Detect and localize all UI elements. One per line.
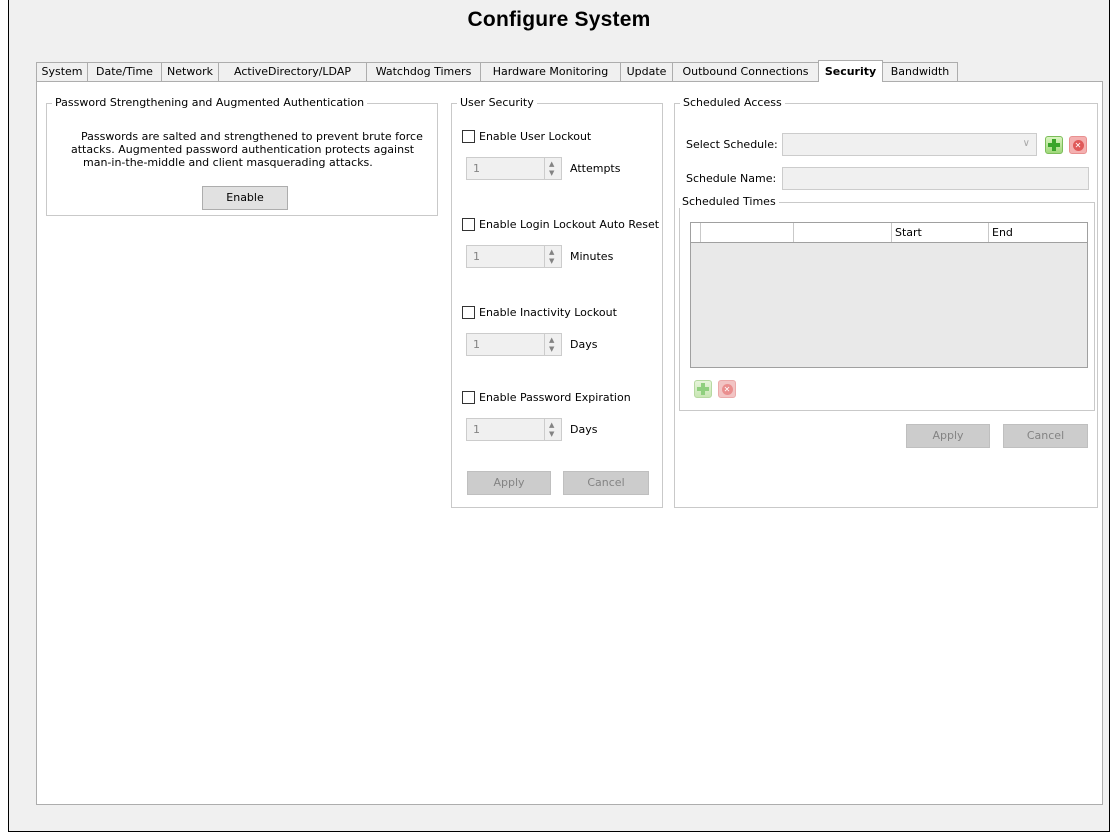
inactivity-days-spinner[interactable]: 1 ▲ ▼ xyxy=(466,333,562,356)
tab-hardware-monitoring[interactable]: Hardware Monitoring xyxy=(480,62,621,82)
spin-down-icon[interactable]: ▼ xyxy=(549,346,554,353)
add-schedule-button[interactable] xyxy=(1045,136,1063,154)
tab-security[interactable]: Security xyxy=(818,60,883,82)
checkbox-box[interactable] xyxy=(462,305,475,319)
tab-watchdog-timers[interactable]: Watchdog Timers xyxy=(366,62,481,82)
tab-bandwidth[interactable]: Bandwidth xyxy=(882,62,958,82)
spinner-arrows[interactable]: ▲ ▼ xyxy=(544,246,561,267)
checkbox-box[interactable] xyxy=(462,390,475,404)
minutes-unit-label: Minutes xyxy=(570,250,614,263)
delete-time-button[interactable]: ✕ xyxy=(718,380,736,398)
page-title: Configure System xyxy=(467,8,651,31)
configure-system-window: Configure System System Date/Time Networ… xyxy=(8,0,1110,832)
grid-header-cell xyxy=(691,223,701,242)
lockout-attempts-spinner[interactable]: 1 ▲ ▼ xyxy=(466,157,562,180)
password-expiration-days-spinner[interactable]: 1 ▲ ▼ xyxy=(466,418,562,441)
tab-update[interactable]: Update xyxy=(620,62,673,82)
user-security-apply-button[interactable]: Apply xyxy=(467,471,551,495)
grid-header-end[interactable]: End xyxy=(989,223,1087,242)
chevron-down-icon[interactable]: ∨ xyxy=(1023,138,1030,149)
spin-down-icon[interactable]: ▼ xyxy=(549,258,554,265)
password-description-line-3: man-in-the-middle and client masqueradin… xyxy=(83,156,373,169)
delete-schedule-button[interactable]: ✕ xyxy=(1069,136,1087,154)
tab-content-security: Password Strengthening and Augmented Aut… xyxy=(36,81,1103,805)
scheduled-times-title: Scheduled Times xyxy=(679,195,779,208)
grid-header-start[interactable]: Start xyxy=(892,223,989,242)
spinner-value: 1 xyxy=(473,162,480,175)
scheduled-access-apply-button[interactable]: Apply xyxy=(906,424,990,448)
scheduled-access-cancel-button[interactable]: Cancel xyxy=(1003,424,1088,448)
enable-inactivity-lockout-checkbox[interactable]: Enable Inactivity Lockout xyxy=(462,304,617,320)
spinner-arrows[interactable]: ▲ ▼ xyxy=(544,334,561,355)
tab-date-time[interactable]: Date/Time xyxy=(87,62,162,82)
delete-icon: ✕ xyxy=(1072,139,1084,151)
spinner-value: 1 xyxy=(473,250,480,263)
schedule-name-field[interactable] xyxy=(782,167,1089,190)
password-strengthening-group: Password Strengthening and Augmented Aut… xyxy=(46,96,438,216)
plus-icon xyxy=(1048,139,1060,151)
user-security-group: User Security Enable User Lockout 1 ▲ ▼ … xyxy=(451,96,663,508)
tab-network[interactable]: Network xyxy=(161,62,219,82)
spinner-arrows[interactable]: ▲ ▼ xyxy=(544,419,561,440)
select-schedule-dropdown[interactable]: ∨ xyxy=(782,133,1037,156)
checkbox-label: Enable Login Lockout Auto Reset xyxy=(479,217,660,231)
spinner-arrows[interactable]: ▲ ▼ xyxy=(544,158,561,179)
scheduled-access-group: Scheduled Access Select Schedule: ∨ ✕ Sc… xyxy=(674,96,1098,508)
user-security-title: User Security xyxy=(457,96,537,109)
scheduled-access-title: Scheduled Access xyxy=(680,96,785,109)
schedule-name-label: Schedule Name: xyxy=(686,172,777,185)
add-time-button[interactable] xyxy=(694,380,712,398)
plus-icon xyxy=(697,383,709,395)
tab-outbound-connections[interactable]: Outbound Connections xyxy=(672,62,819,82)
spin-up-icon[interactable]: ▲ xyxy=(549,249,554,256)
checkbox-label: Enable Password Expiration xyxy=(479,390,631,404)
spin-up-icon[interactable]: ▲ xyxy=(549,161,554,168)
spin-up-icon[interactable]: ▲ xyxy=(549,337,554,344)
spin-up-icon[interactable]: ▲ xyxy=(549,422,554,429)
enable-button[interactable]: Enable xyxy=(202,186,288,210)
checkbox-label: Enable User Lockout xyxy=(479,129,592,143)
grid-header-cell xyxy=(794,223,892,242)
select-schedule-label: Select Schedule: xyxy=(686,138,778,151)
enable-login-lockout-auto-reset-checkbox[interactable]: Enable Login Lockout Auto Reset xyxy=(462,216,659,232)
delete-icon: ✕ xyxy=(721,383,733,395)
spinner-value: 1 xyxy=(473,423,480,436)
spinner-value: 1 xyxy=(473,338,480,351)
grid-header: Start End xyxy=(691,223,1087,243)
inactivity-days-unit-label: Days xyxy=(570,338,598,351)
scheduled-times-group: Scheduled Times Start End ✕ xyxy=(679,195,1095,411)
password-strengthening-title: Password Strengthening and Augmented Aut… xyxy=(52,96,368,109)
auto-reset-minutes-spinner[interactable]: 1 ▲ ▼ xyxy=(466,245,562,268)
tab-activedirectory-ldap[interactable]: ActiveDirectory/LDAP xyxy=(218,62,367,82)
spin-down-icon[interactable]: ▼ xyxy=(549,431,554,438)
checkbox-label: Enable Inactivity Lockout xyxy=(479,305,617,319)
password-description-line-2: attacks. Augmented password authenticati… xyxy=(71,143,415,156)
password-description-line-1: Passwords are salted and strengthened to… xyxy=(81,130,423,143)
user-security-cancel-button[interactable]: Cancel xyxy=(563,471,649,495)
scheduled-times-grid[interactable]: Start End xyxy=(690,222,1088,368)
enable-password-expiration-checkbox[interactable]: Enable Password Expiration xyxy=(462,389,631,405)
checkbox-box[interactable] xyxy=(462,129,475,143)
attempts-unit-label: Attempts xyxy=(570,162,621,175)
tab-system[interactable]: System xyxy=(36,62,88,82)
grid-header-cell xyxy=(701,223,794,242)
enable-user-lockout-checkbox[interactable]: Enable User Lockout xyxy=(462,128,591,144)
spin-down-icon[interactable]: ▼ xyxy=(549,170,554,177)
checkbox-box[interactable] xyxy=(462,217,475,231)
expiration-days-unit-label: Days xyxy=(570,423,598,436)
